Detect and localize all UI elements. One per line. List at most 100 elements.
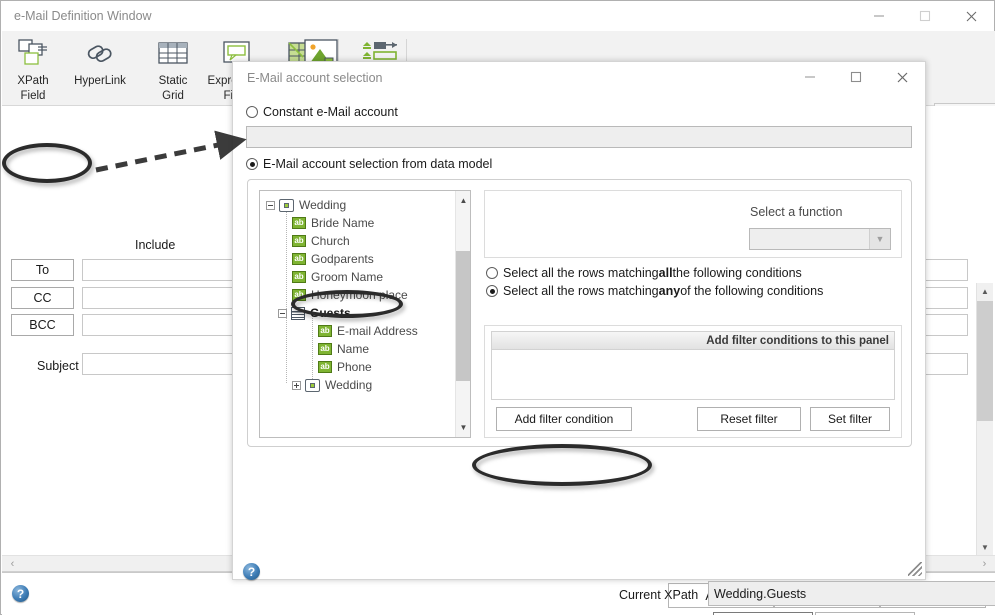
to-button-label: To: [35, 263, 50, 277]
scrollbar-thumb[interactable]: [456, 251, 470, 381]
radio-button: [246, 106, 258, 118]
scroll-right-icon[interactable]: ›: [976, 556, 993, 572]
case-icon: [305, 378, 320, 392]
ab-icon-text: ab: [320, 362, 330, 371]
tree-node-label: Groom Name: [311, 270, 384, 284]
radio-match-all[interactable]: Select all the rows matching all the fol…: [486, 266, 802, 280]
ribbon-item-xpath-field[interactable]: XPath Field: [2, 35, 64, 102]
bcc-button[interactable]: BCC: [11, 314, 74, 336]
filter-conditions-list[interactable]: [491, 350, 895, 400]
tree-node-label: Wedding: [299, 198, 347, 212]
highlight-to-button: [2, 143, 92, 183]
ab-icon: ab: [318, 361, 332, 373]
ribbon-item-static-grid[interactable]: Static Grid ▼: [142, 35, 204, 116]
ab-icon: ab: [318, 325, 332, 337]
radio-match-any[interactable]: Select all the rows matching any of the …: [486, 284, 823, 298]
close-icon[interactable]: [948, 1, 994, 31]
dialog-help-icon[interactable]: ?: [243, 563, 260, 580]
help-glyph: ?: [16, 586, 25, 601]
email-account-selection-dialog: E-Mail account selection Constant e-Mail…: [232, 61, 995, 615]
ab-icon-text: ab: [294, 272, 304, 281]
radio-button: [486, 267, 498, 279]
match-any-suffix: of the following conditions: [680, 284, 824, 298]
tree-node-label: Godparents: [311, 252, 374, 266]
scrollbar-thumb[interactable]: [977, 301, 993, 421]
ribbon-label: XPath: [17, 75, 49, 87]
current-xpath-value: Wedding.Guests: [714, 586, 807, 601]
screen-root: e-Mail Definition Window XPath Field Hyp…: [0, 0, 995, 615]
filter-conditions-box: Add filter conditions to this panel Add …: [484, 325, 902, 438]
dialog-close-icon[interactable]: [879, 62, 925, 92]
radio-label: Constant e-Mail account: [263, 105, 398, 119]
function-selection-box: Select a function ▼: [484, 190, 902, 258]
reset-filter-label: Reset filter: [720, 412, 778, 426]
tree-vertical-scrollbar[interactable]: ▲ ▼: [455, 191, 470, 437]
ab-icon: ab: [318, 343, 332, 355]
add-filter-condition-label: Add filter condition: [514, 412, 614, 426]
highlight-guests-node: [291, 290, 403, 318]
radio-button-selected: [246, 158, 258, 170]
tree-node-label: Bride Name: [311, 216, 375, 230]
select-a-function-label: Select a function: [750, 205, 843, 219]
dialog-maximize-icon[interactable]: [833, 62, 879, 92]
ab-icon-text: ab: [320, 326, 330, 335]
ribbon-item-hyperlink[interactable]: HyperLink: [60, 35, 140, 88]
set-filter-button[interactable]: Set filter: [810, 407, 890, 431]
tree-node-bride-name[interactable]: ab Bride Name: [292, 214, 374, 232]
tree-node-church[interactable]: ab Church: [292, 232, 350, 250]
ab-icon: ab: [292, 271, 306, 283]
tree-node-label: Phone: [337, 360, 372, 374]
tree-node-name[interactable]: ab Name: [318, 340, 369, 358]
tree-toggle-collapse-icon[interactable]: [278, 308, 287, 318]
chevron-down-icon: ▼: [869, 229, 890, 249]
filter-panel-header: Add filter conditions to this panel: [491, 331, 895, 350]
resize-grip[interactable]: [908, 562, 922, 576]
current-xpath-field[interactable]: Wedding.Guests ▲ ▼: [708, 581, 995, 606]
main-window-controls: [856, 1, 994, 31]
function-combo[interactable]: ▼: [749, 228, 891, 250]
tree-toggle-expand-icon[interactable]: [292, 380, 301, 390]
tree-node-godparents[interactable]: ab Godparents: [292, 250, 374, 268]
dialog-minimize-icon[interactable]: [787, 62, 833, 92]
ribbon-label: HyperLink: [74, 75, 126, 87]
help-icon[interactable]: ?: [12, 585, 29, 602]
scroll-down-icon[interactable]: ▼: [456, 420, 470, 435]
radio-constant-account[interactable]: Constant e-Mail account: [246, 105, 398, 119]
tree-node-wedding-child[interactable]: Wedding: [292, 376, 372, 394]
cc-button[interactable]: CC: [11, 287, 74, 309]
tree-node-email-address[interactable]: ab E-mail Address: [318, 322, 418, 340]
constant-account-field[interactable]: [246, 126, 912, 148]
tree-node-phone[interactable]: ab Phone: [318, 358, 372, 376]
xpath-field-icon: [16, 35, 50, 73]
body-vertical-scrollbar[interactable]: ▲ ▼: [976, 283, 993, 555]
radio-label: E-Mail account selection from data model: [263, 157, 493, 171]
radio-button-selected: [486, 285, 498, 297]
scroll-up-icon[interactable]: ▲: [456, 193, 470, 208]
tree-node-groom-name[interactable]: ab Groom Name: [292, 268, 383, 286]
to-button[interactable]: To: [11, 259, 74, 281]
hyperlink-icon: [83, 35, 117, 73]
ribbon-label-2: Grid: [162, 89, 184, 102]
static-grid-icon: [156, 35, 190, 73]
match-all-suffix: the following conditions: [672, 266, 802, 280]
filter-configuration-panel: Select a function ▼ Select all the rows …: [484, 190, 902, 438]
ab-icon-text: ab: [294, 236, 304, 245]
reset-filter-button[interactable]: Reset filter: [697, 407, 801, 431]
main-window-title: e-Mail Definition Window: [14, 9, 152, 23]
add-filter-condition-button[interactable]: Add filter condition: [496, 407, 632, 431]
ab-icon-text: ab: [320, 344, 330, 353]
ab-icon: ab: [292, 235, 306, 247]
tree-node-label: E-mail Address: [337, 324, 418, 338]
tree-node-wedding-root[interactable]: Wedding: [266, 196, 346, 214]
minimize-icon[interactable]: [856, 1, 902, 31]
tree-node-label: Wedding: [325, 378, 373, 392]
bcc-button-label: BCC: [29, 318, 56, 332]
tree-toggle-collapse-icon[interactable]: [266, 200, 275, 210]
scroll-down-icon[interactable]: ▼: [977, 539, 993, 555]
main-title-bar: e-Mail Definition Window: [1, 1, 994, 31]
scroll-left-icon[interactable]: ‹: [4, 556, 21, 572]
include-label: Include: [135, 238, 176, 252]
radio-from-data-model[interactable]: E-Mail account selection from data model: [246, 157, 492, 171]
scroll-up-icon[interactable]: ▲: [977, 283, 993, 299]
maximize-icon[interactable]: [902, 1, 948, 31]
